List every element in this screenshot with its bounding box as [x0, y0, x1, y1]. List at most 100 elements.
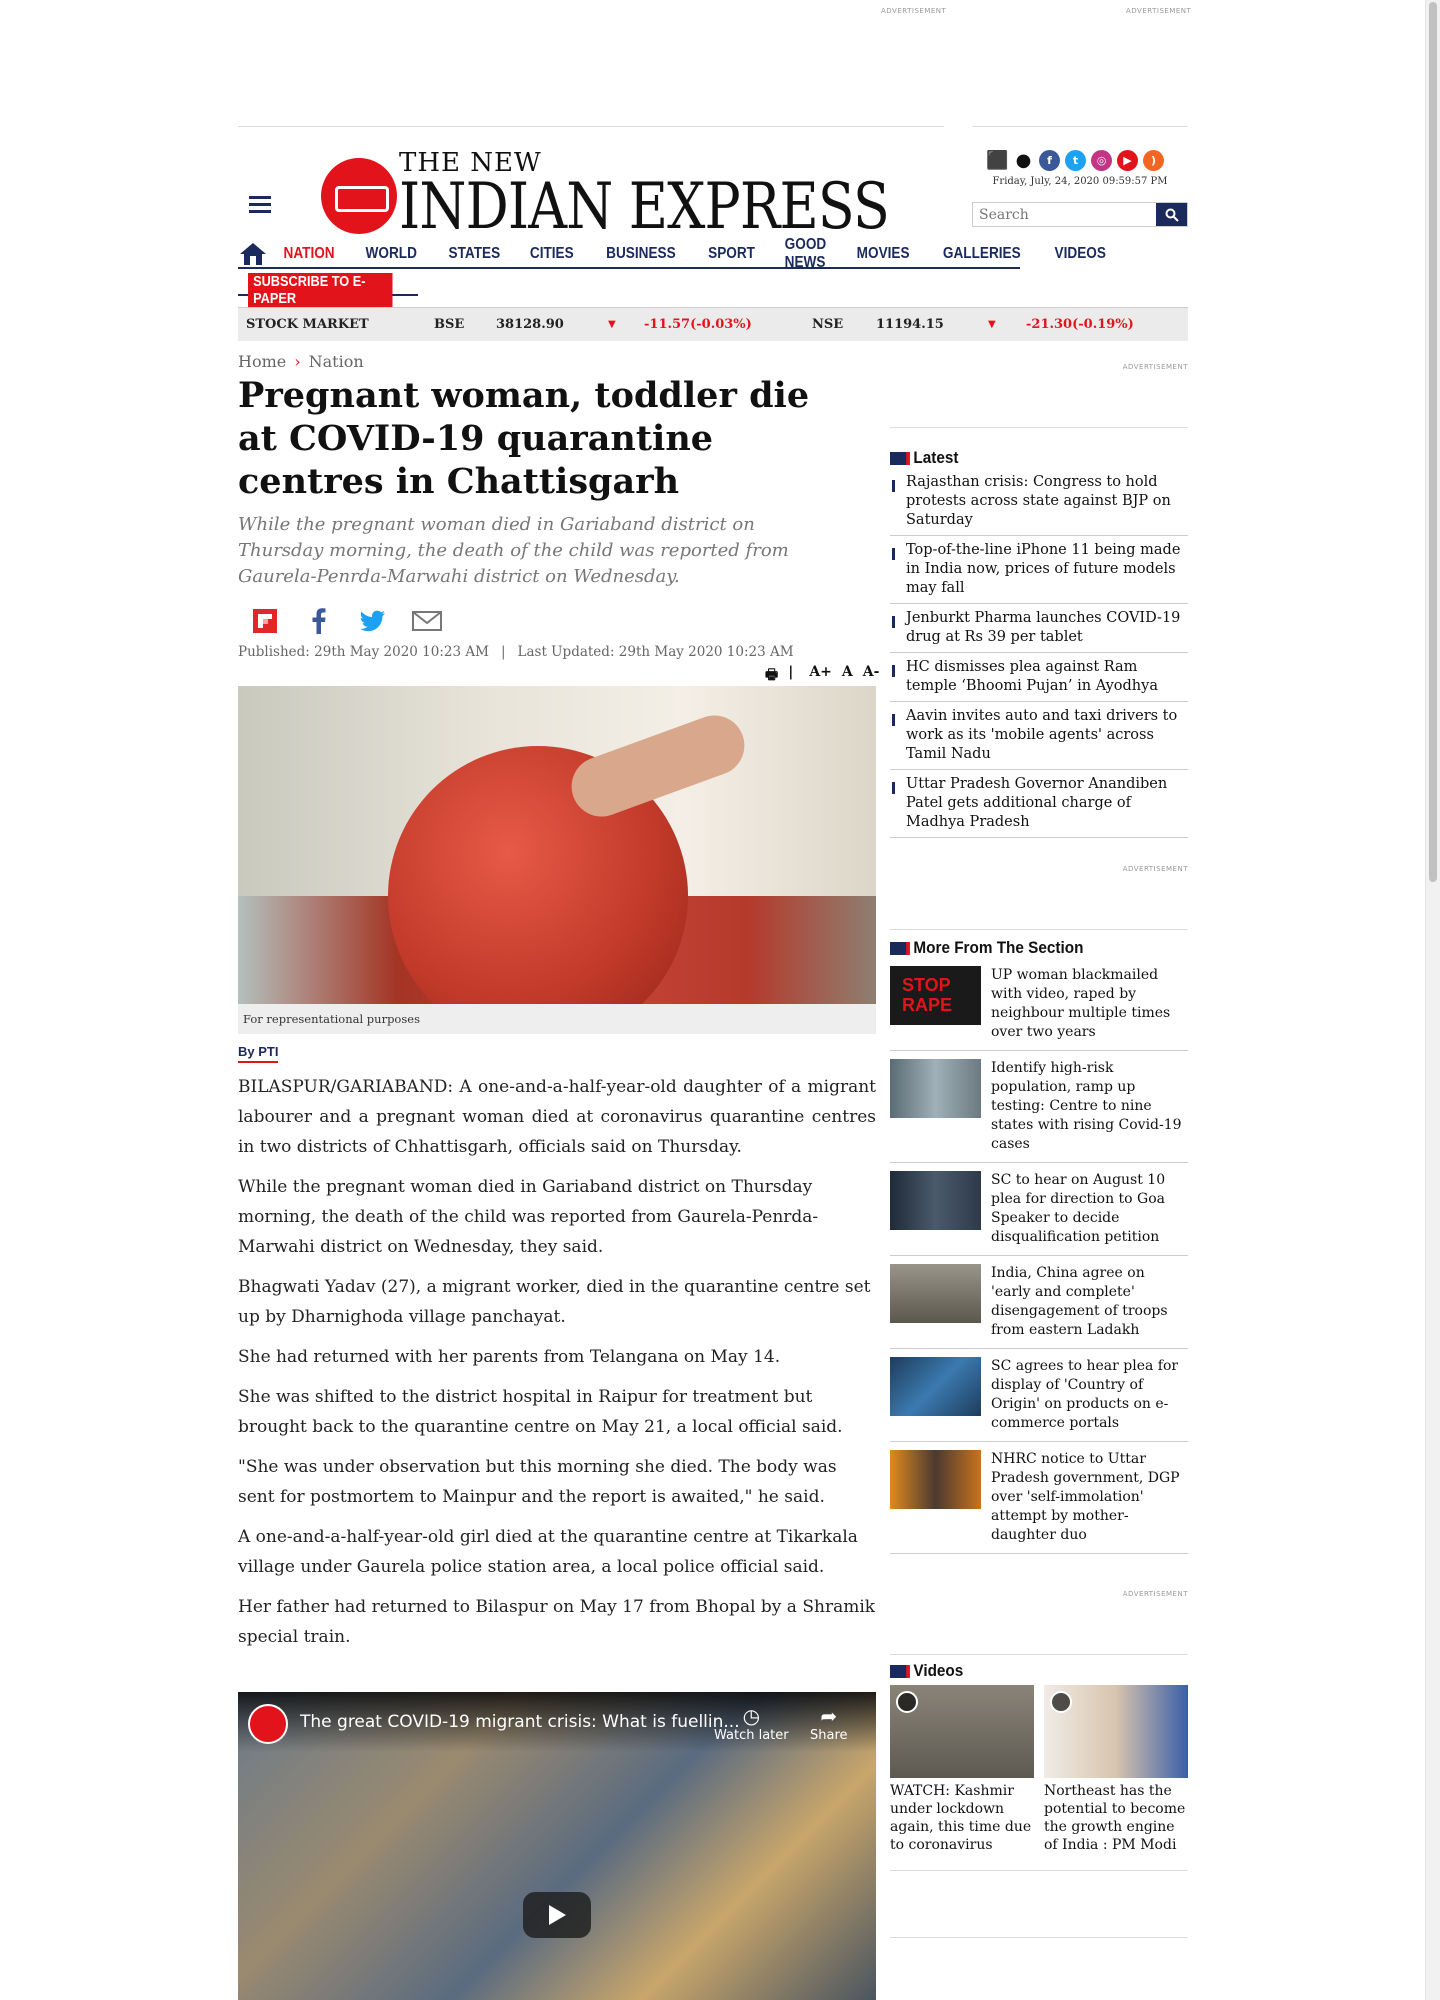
latest-item[interactable]: Top-of-the-line iPhone 11 being made in … — [890, 536, 1188, 604]
apple-icon[interactable]: ● — [1013, 150, 1034, 171]
channel-avatar[interactable] — [248, 1704, 288, 1744]
share-icon: ➦ — [820, 1704, 838, 1728]
more-item-title: SC to hear on August 10 plea for directi… — [991, 1172, 1166, 1245]
twitter-share-icon[interactable] — [346, 610, 400, 632]
paragraph: Bhagwati Yadav (27), a migrant worker, d… — [238, 1277, 871, 1327]
more-item[interactable]: SC agrees to hear plea for display of 'C… — [890, 1349, 1188, 1442]
instagram-icon[interactable]: ◎ — [1091, 150, 1112, 171]
more-item-title: SC agrees to hear plea for display of 'C… — [991, 1358, 1179, 1431]
nav-item-videos[interactable]: VIDEOS — [1054, 245, 1105, 263]
facebook-share-icon[interactable] — [292, 608, 346, 634]
font-reset-button[interactable]: A — [842, 664, 853, 688]
font-decrease-button[interactable]: A- — [863, 664, 880, 688]
more-item-thumb — [890, 1171, 981, 1230]
nse-value: 11194.15 — [876, 317, 944, 332]
nav-item-business[interactable]: BUSINESS — [606, 245, 676, 263]
nav-item-nation[interactable]: NATION — [284, 245, 335, 263]
section-flag-icon — [890, 941, 910, 955]
more-item-title: NHRC notice to Uttar Pradesh government,… — [991, 1451, 1180, 1543]
more-item[interactable]: India, China agree on 'early and complet… — [890, 1256, 1188, 1349]
header-divider-left — [238, 126, 944, 127]
paragraph: While the pregnant woman died in Gariaba… — [238, 1177, 819, 1257]
latest-item[interactable]: Jenburkt Pharma launches COVID-19 drug a… — [890, 604, 1188, 653]
more-item-thumb — [890, 1264, 981, 1323]
latest-item[interactable]: HC dismisses plea against Ram temple ‘Bh… — [890, 653, 1188, 702]
more-item[interactable]: Identify high-risk population, ramp up t… — [890, 1051, 1188, 1163]
breadcrumb-home[interactable]: Home — [238, 352, 286, 371]
videos-heading: Videos — [890, 1661, 1158, 1681]
nav-item-sport[interactable]: SPORT — [708, 245, 755, 263]
paragraph: "She was under observation but this morn… — [238, 1457, 837, 1507]
menu-icon[interactable] — [249, 196, 271, 214]
nav-item-cities[interactable]: CITIES — [530, 245, 574, 263]
latest-item[interactable]: Aavin invites auto and taxi drivers to w… — [890, 702, 1188, 770]
subscribe-epaper-button[interactable]: SUBSCRIBE TO E-PAPER — [248, 273, 393, 307]
byline[interactable]: By PTI — [238, 1044, 279, 1063]
section-flag-icon — [890, 451, 910, 465]
video-item-title: Northeast has the potential to become th… — [1044, 1783, 1186, 1853]
nav-item-states[interactable]: STATES — [448, 245, 500, 263]
play-icon — [549, 1905, 566, 1925]
paragraph: Her father had returned to Bilaspur on M… — [238, 1597, 876, 1647]
nav-item-good-news[interactable]: GOOD NEWS — [784, 236, 826, 272]
android-icon[interactable]: ⬛ — [986, 150, 1008, 171]
nav-item-galleries[interactable]: GALLERIES — [943, 245, 1021, 263]
bse-value: 38128.90 — [496, 317, 564, 332]
rss-icon[interactable]: ) — [1143, 150, 1164, 171]
twitter-icon[interactable]: t — [1065, 150, 1086, 171]
more-item-title: UP woman blackmailed with video, raped b… — [991, 967, 1171, 1040]
breadcrumb-nation[interactable]: Nation — [309, 352, 364, 371]
more-heading: More From The Section — [890, 938, 1158, 958]
latest-item[interactable]: Rajasthan crisis: Congress to hold prote… — [890, 468, 1188, 536]
sidebar-ad-lower: ADVERTISEMENT — [890, 1590, 1188, 1655]
watch-later-label: Watch later — [714, 1728, 789, 1743]
video-item[interactable]: WATCH: Kashmir under lockdown again, thi… — [890, 1685, 1034, 1854]
video-item[interactable]: Northeast has the potential to become th… — [1044, 1685, 1188, 1854]
more-item-thumb — [890, 1357, 981, 1416]
paragraph: A one-and-a-half-year-old girl died at t… — [238, 1527, 858, 1577]
ad-label-top-1: ADVERTISEMENT — [881, 7, 947, 15]
header-divider-right — [972, 126, 1188, 127]
paragraph: She was shifted to the district hospital… — [238, 1387, 843, 1437]
search-icon — [1165, 208, 1179, 222]
watch-later-button[interactable]: ◷ Watch later — [714, 1704, 789, 1743]
sidebar-ad-top: ADVERTISEMENT — [890, 363, 1188, 428]
logo-emblem-icon — [321, 158, 397, 234]
tools-separator: | — [788, 664, 794, 680]
more-item[interactable]: STOP RAPE UP woman blackmailed with vide… — [890, 958, 1188, 1051]
bse-change: -11.57(-0.03%) — [644, 317, 752, 332]
search-box — [972, 202, 1188, 227]
video-title[interactable]: The great COVID-19 migrant crisis: What … — [300, 1712, 740, 1732]
home-icon[interactable] — [238, 241, 268, 267]
email-share-icon[interactable] — [400, 611, 454, 631]
print-icon[interactable]: 🖶 — [765, 664, 778, 688]
paragraph: She had returned with her parents from T… — [238, 1347, 781, 1367]
flipboard-icon[interactable] — [238, 609, 292, 633]
youtube-icon[interactable]: ▶ — [1117, 150, 1138, 171]
facebook-icon[interactable]: f — [1039, 150, 1060, 171]
video-thumb — [1044, 1685, 1188, 1778]
search-button[interactable] — [1156, 203, 1187, 226]
more-item[interactable]: SC to hear on August 10 plea for directi… — [890, 1163, 1188, 1256]
play-button[interactable] — [523, 1892, 591, 1938]
chevron-right-icon: › — [294, 352, 301, 371]
current-datetime: Friday, July, 24, 2020 09:59:57 PM — [992, 176, 1168, 187]
more-from-section: More From The Section STOP RAPE UP woman… — [890, 938, 1188, 1554]
share-video-button[interactable]: ➦ Share — [810, 1704, 848, 1743]
nav-item-world[interactable]: WORLD — [366, 245, 417, 263]
ad-label-sidebar-3: ADVERTISEMENT — [1122, 1590, 1188, 1598]
embedded-video[interactable]: The great COVID-19 migrant crisis: What … — [238, 1692, 876, 2000]
font-increase-button[interactable]: A+ — [809, 664, 832, 688]
subscribe-bar: SUBSCRIBE TO E-PAPER — [238, 272, 418, 307]
stock-ticker: STOCK MARKET BSE 38128.90 ▼ -11.57(-0.03… — [238, 307, 1188, 341]
site-logo[interactable]: THE NEW INDIAN EXPRESS — [321, 148, 931, 244]
article-hero-image — [238, 686, 876, 1004]
breadcrumb: Home › Nation — [238, 352, 364, 371]
scrollbar[interactable] — [1425, 0, 1440, 2000]
nse-down-icon: ▼ — [988, 319, 996, 330]
more-item[interactable]: NHRC notice to Uttar Pradesh government,… — [890, 1442, 1188, 1554]
latest-item[interactable]: Uttar Pradesh Governor Anandiben Patel g… — [890, 770, 1188, 838]
search-input[interactable] — [973, 203, 1156, 226]
nav-item-movies[interactable]: MOVIES — [856, 245, 909, 263]
scrollbar-thumb[interactable] — [1429, 2, 1437, 882]
